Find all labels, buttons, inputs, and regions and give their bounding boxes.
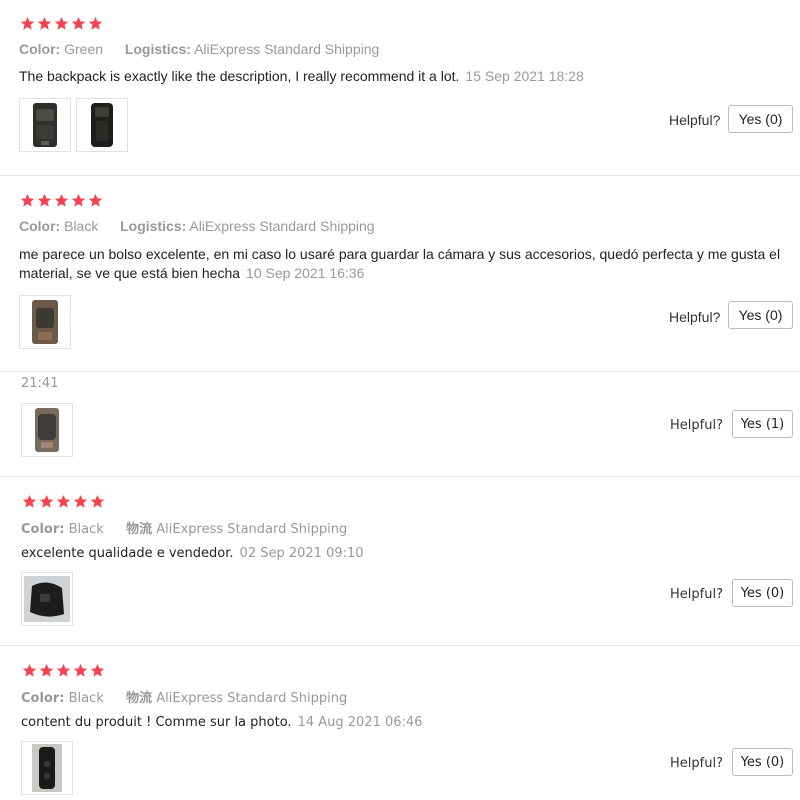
star-icon bbox=[71, 193, 86, 207]
helpful-label: Helpful? bbox=[669, 112, 721, 128]
logistics-label: Logistics: bbox=[124, 41, 191, 57]
helpful-label: Helpful? bbox=[670, 756, 723, 771]
review-text: content du produit ! Comme sur la photo.… bbox=[21, 713, 781, 732]
helpful-label: Helpful? bbox=[669, 309, 721, 325]
star-icon bbox=[88, 16, 103, 30]
color-value: Black bbox=[68, 522, 104, 537]
star-icon bbox=[71, 16, 86, 30]
divider bbox=[0, 645, 800, 646]
review-text: me parece un bolso excelente, en mi caso… bbox=[19, 245, 784, 283]
logistics-value: AliExpress Standard Shipping bbox=[156, 691, 348, 706]
logistics-label: 物流 bbox=[126, 522, 153, 537]
color-value: Black bbox=[68, 691, 104, 706]
review-date: 15 Sep 2021 18:28 bbox=[465, 68, 584, 84]
color-value: Green bbox=[64, 41, 104, 57]
helpful-yes-button[interactable]: Yes (0) bbox=[728, 105, 793, 133]
backpack-photo-icon bbox=[32, 744, 62, 792]
review-meta: Color: Green Logistics: AliExpress Stand… bbox=[19, 41, 379, 57]
helpful-label: Helpful? bbox=[670, 587, 723, 602]
review-meta: Color: Black Logistics: AliExpress Stand… bbox=[19, 218, 375, 234]
logistics-value: AliExpress Standard Shipping bbox=[156, 522, 348, 537]
star-icon bbox=[20, 193, 35, 207]
review-photo-thumbnail[interactable] bbox=[21, 741, 73, 795]
review-body: excelente qualidade e vendedor. bbox=[21, 546, 234, 561]
review-date: 02 Sep 2021 09:10 bbox=[239, 546, 364, 561]
star-icon bbox=[88, 193, 103, 207]
helpful-yes-button[interactable]: Yes (1) bbox=[732, 410, 793, 438]
review-date: 21:41 bbox=[21, 376, 59, 391]
review-photo-thumbnail[interactable] bbox=[19, 98, 71, 152]
star-icon bbox=[73, 663, 88, 677]
review-photo-thumbnail[interactable] bbox=[19, 295, 71, 349]
review-text: The backpack is exactly like the descrip… bbox=[19, 67, 779, 86]
color-label: Color: bbox=[21, 522, 65, 537]
star-icon bbox=[39, 494, 54, 508]
review-meta: Color: Black 物流 AliExpress Standard Ship… bbox=[21, 687, 347, 706]
bag-photo-icon bbox=[24, 576, 70, 622]
divider bbox=[0, 175, 800, 176]
review-body: content du produit ! Comme sur la photo. bbox=[21, 715, 292, 730]
divider bbox=[0, 476, 800, 477]
star-rating bbox=[20, 193, 103, 208]
color-label: Color: bbox=[21, 691, 65, 706]
review-meta: Color: Black 物流 AliExpress Standard Ship… bbox=[21, 518, 347, 537]
star-icon bbox=[56, 663, 71, 677]
review-text: excelente qualidade e vendedor. 02 Sep 20… bbox=[21, 544, 781, 563]
helpful-yes-button[interactable]: Yes (0) bbox=[732, 748, 793, 776]
star-icon bbox=[37, 193, 52, 207]
star-icon bbox=[39, 663, 54, 677]
color-label: Color: bbox=[19, 41, 61, 57]
color-value: Black bbox=[64, 218, 99, 234]
helpful-yes-button[interactable]: Yes (0) bbox=[732, 579, 793, 607]
star-icon bbox=[22, 663, 37, 677]
star-icon bbox=[73, 494, 88, 508]
logistics-label: Logistics: bbox=[120, 218, 187, 234]
review-body: The backpack is exactly like the descrip… bbox=[19, 68, 460, 84]
review-photo-thumbnail[interactable] bbox=[21, 572, 73, 626]
star-icon bbox=[20, 16, 35, 30]
color-label: Color: bbox=[19, 218, 61, 234]
review-body: me parece un bolso excelente, en mi caso… bbox=[19, 246, 781, 281]
star-icon bbox=[37, 16, 52, 30]
star-icon bbox=[54, 16, 69, 30]
divider bbox=[0, 371, 800, 372]
star-icon bbox=[54, 193, 69, 207]
backpack-photo-icon bbox=[33, 103, 57, 147]
review-date: 14 Aug 2021 06:46 bbox=[297, 715, 423, 730]
helpful-yes-button[interactable]: Yes (0) bbox=[728, 301, 793, 329]
star-rating bbox=[22, 663, 105, 678]
review-photo-thumbnail[interactable] bbox=[21, 403, 73, 457]
logistics-label: 物流 bbox=[126, 691, 153, 706]
star-icon bbox=[56, 494, 71, 508]
logistics-value: AliExpress Standard Shipping bbox=[189, 218, 375, 234]
star-icon bbox=[22, 494, 37, 508]
backpack-photo-icon bbox=[32, 300, 58, 344]
logistics-value: AliExpress Standard Shipping bbox=[194, 41, 380, 57]
star-rating bbox=[20, 16, 103, 31]
backpack-photo-icon bbox=[35, 408, 59, 452]
helpful-label: Helpful? bbox=[670, 418, 723, 433]
review-photo-thumbnail[interactable] bbox=[76, 98, 128, 152]
star-rating bbox=[22, 494, 105, 509]
star-icon bbox=[90, 663, 105, 677]
backpack-photo-icon bbox=[91, 103, 113, 147]
star-icon bbox=[90, 494, 105, 508]
review-date: 10 Sep 2021 16:36 bbox=[246, 265, 365, 281]
